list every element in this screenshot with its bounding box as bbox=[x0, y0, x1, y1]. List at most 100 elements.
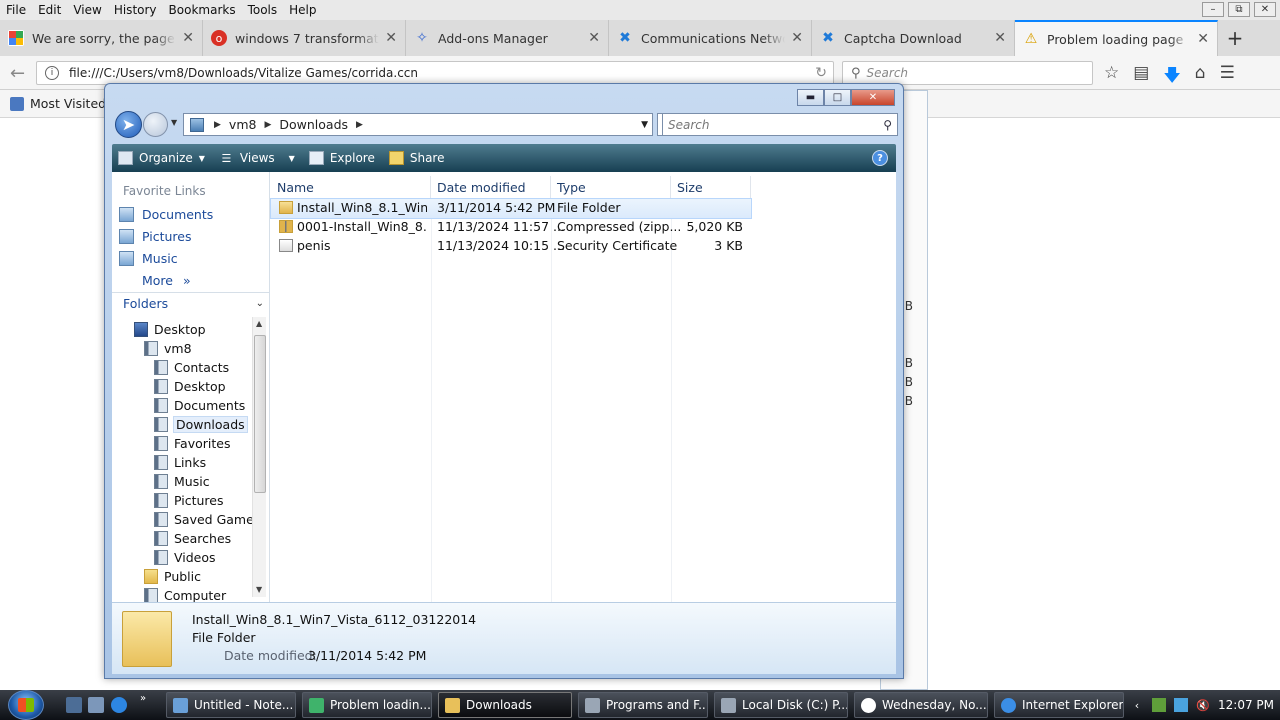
tab-problem-loading[interactable]: ⚠ Problem loading page ✕ bbox=[1015, 20, 1218, 56]
file-row-install-folder[interactable]: Install_Win8_8.1_Win7_... 3/11/2014 5:42… bbox=[270, 198, 752, 219]
breadcrumb-chevron-icon[interactable]: ▶ bbox=[356, 120, 363, 130]
restore-icon[interactable]: ⧉ bbox=[1228, 2, 1250, 17]
quick-launch-expand-icon[interactable]: » bbox=[140, 693, 150, 709]
show-desktop-icon[interactable] bbox=[66, 697, 82, 713]
start-button[interactable] bbox=[8, 690, 44, 720]
minimize-icon[interactable]: ▬ bbox=[797, 89, 824, 106]
scroll-down-arrow-icon[interactable]: ▼ bbox=[256, 585, 262, 594]
scroll-up-arrow-icon[interactable]: ▲ bbox=[256, 319, 262, 328]
favorite-link-music[interactable]: Music bbox=[119, 251, 178, 266]
tree-item-downloads[interactable]: Downloads bbox=[154, 416, 248, 433]
tab-sorry-page[interactable]: We are sorry, the page you ✕ bbox=[0, 20, 203, 56]
close-icon[interactable]: ✕ bbox=[851, 89, 895, 106]
tree-item-pictures[interactable]: Pictures bbox=[154, 493, 224, 508]
tree-item-public[interactable]: Public bbox=[144, 569, 201, 584]
tray-app-icon[interactable] bbox=[1152, 698, 1166, 712]
new-tab-button[interactable]: + bbox=[1218, 20, 1252, 56]
url-text[interactable]: file:///C:/Users/vm8/Downloads/Vitalize … bbox=[69, 66, 418, 80]
tree-item-links[interactable]: Links bbox=[154, 455, 206, 470]
taskbar-button-notepad[interactable]: Untitled - Note... bbox=[166, 692, 296, 718]
bookmark-star-icon[interactable]: ☆ bbox=[1104, 63, 1119, 92]
breadcrumb-chevron-icon[interactable]: ▶ bbox=[214, 120, 221, 130]
column-header-type[interactable]: Type bbox=[551, 176, 671, 198]
explorer-search-box[interactable]: Search ⚲ bbox=[662, 113, 898, 136]
taskbar-button-downloads[interactable]: Downloads bbox=[438, 692, 572, 718]
scrollbar-thumb[interactable] bbox=[254, 335, 266, 493]
home-icon[interactable]: ⌂ bbox=[1195, 63, 1206, 92]
tree-item-vm8[interactable]: vm8 bbox=[144, 341, 192, 356]
forward-button[interactable] bbox=[143, 112, 168, 137]
close-tab-icon[interactable]: ✕ bbox=[588, 30, 600, 46]
reading-list-icon[interactable]: ▤ bbox=[1133, 63, 1149, 92]
column-header-size[interactable]: Size bbox=[671, 176, 751, 198]
breadcrumb-downloads[interactable]: Downloads bbox=[279, 117, 348, 132]
maximize-icon[interactable]: □ bbox=[824, 89, 851, 106]
close-tab-icon[interactable]: ✕ bbox=[1197, 31, 1209, 47]
browser-search-box[interactable]: ⚲ Search bbox=[842, 61, 1093, 85]
back-button[interactable]: ➤ bbox=[115, 111, 142, 138]
taskbar-button-problem-loading[interactable]: Problem loadin... bbox=[302, 692, 432, 718]
menu-edit[interactable]: Edit bbox=[32, 3, 67, 17]
most-visited-link[interactable]: Most Visited bbox=[30, 96, 106, 111]
taskbar-button-local-disk[interactable]: Local Disk (C:) P... bbox=[714, 692, 848, 718]
menu-bookmarks[interactable]: Bookmarks bbox=[163, 3, 242, 17]
minimize-icon[interactable]: – bbox=[1202, 2, 1224, 17]
tree-item-favorites[interactable]: Favorites bbox=[154, 436, 230, 451]
hamburger-menu-icon[interactable]: ☰ bbox=[1220, 63, 1235, 92]
taskbar-button-programs[interactable]: Programs and F... bbox=[578, 692, 708, 718]
tab-captcha[interactable]: ✖ Captcha Download ✕ bbox=[812, 20, 1015, 56]
menu-view[interactable]: View bbox=[67, 3, 107, 17]
switch-windows-icon[interactable] bbox=[88, 697, 104, 713]
help-icon[interactable]: ? bbox=[872, 150, 888, 166]
explore-button[interactable]: Explore bbox=[308, 151, 375, 165]
favorite-links-more[interactable]: More » bbox=[142, 273, 191, 288]
tree-item-saved-games[interactable]: Saved Games bbox=[154, 512, 260, 527]
tab-addons[interactable]: ✧ Add-ons Manager ✕ bbox=[406, 20, 609, 56]
clock-time[interactable]: 12:07 PM bbox=[1218, 698, 1274, 712]
tree-item-computer[interactable]: Computer bbox=[144, 588, 226, 603]
recent-pages-dropdown-icon[interactable]: ▼ bbox=[171, 118, 177, 127]
search-icon[interactable]: ⚲ bbox=[883, 118, 892, 132]
file-row-install-zip[interactable]: 0001-Install_Win8_8.1_... 11/13/2024 11:… bbox=[271, 218, 751, 237]
tree-item-videos[interactable]: Videos bbox=[154, 550, 216, 565]
back-arrow-icon[interactable]: ← bbox=[10, 63, 25, 84]
taskbar-button-calendar[interactable]: Wednesday, No... bbox=[854, 692, 988, 718]
tree-item-contacts[interactable]: Contacts bbox=[154, 360, 229, 375]
info-icon[interactable]: i bbox=[45, 66, 59, 80]
breadcrumb-vm8[interactable]: vm8 bbox=[229, 117, 257, 132]
close-tab-icon[interactable]: ✕ bbox=[791, 30, 803, 46]
tab-windows7[interactable]: o windows 7 transformation ✕ bbox=[203, 20, 406, 56]
column-header-name[interactable]: Name bbox=[271, 176, 431, 198]
menu-tools[interactable]: Tools bbox=[242, 3, 284, 17]
menu-file[interactable]: File bbox=[0, 3, 32, 17]
favorite-link-documents[interactable]: Documents bbox=[119, 207, 213, 222]
close-icon[interactable]: ✕ bbox=[1254, 2, 1276, 17]
internet-explorer-icon[interactable] bbox=[111, 697, 127, 713]
network-icon[interactable] bbox=[1174, 698, 1188, 712]
folders-scrollbar[interactable]: ▲ ▼ bbox=[252, 317, 266, 597]
tree-item-searches[interactable]: Searches bbox=[154, 531, 231, 546]
views-button[interactable]: ☰ Views ▼ bbox=[219, 151, 294, 165]
close-tab-icon[interactable]: ✕ bbox=[994, 30, 1006, 46]
volume-muted-icon[interactable]: 🔇 bbox=[1196, 698, 1210, 712]
tab-communications[interactable]: ✖ Communications Network ✕ bbox=[609, 20, 812, 56]
breadcrumb-chevron-icon[interactable]: ▶ bbox=[264, 120, 271, 130]
folders-header[interactable]: Folders ⌄ bbox=[112, 292, 270, 314]
close-tab-icon[interactable]: ✕ bbox=[182, 30, 194, 46]
explorer-address-bar[interactable]: ▶ vm8 ▶ Downloads ▶ ▼ bbox=[183, 113, 653, 136]
tree-item-documents[interactable]: Documents bbox=[154, 398, 245, 413]
organize-button[interactable]: Organize ▼ bbox=[118, 151, 205, 165]
menu-history[interactable]: History bbox=[108, 3, 163, 17]
download-arrow-icon[interactable]: 🡇 bbox=[1163, 63, 1180, 92]
favorite-link-pictures[interactable]: Pictures bbox=[119, 229, 192, 244]
taskbar-button-internet-explorer[interactable]: Internet Explorer... bbox=[994, 692, 1124, 718]
tree-item-music[interactable]: Music bbox=[154, 474, 210, 489]
address-dropdown-icon[interactable]: ▼ bbox=[641, 120, 648, 130]
tray-expand-icon[interactable]: ‹ bbox=[1130, 698, 1144, 712]
close-tab-icon[interactable]: ✕ bbox=[385, 30, 397, 46]
reload-icon[interactable]: ↻ bbox=[815, 65, 827, 81]
tree-item-desktop-user[interactable]: Desktop bbox=[154, 379, 226, 394]
column-header-date-modified[interactable]: Date modified bbox=[431, 176, 551, 198]
file-row-certificate[interactable]: penis 11/13/2024 10:15 ... Security Cert… bbox=[271, 237, 751, 256]
tree-item-desktop[interactable]: Desktop bbox=[134, 322, 206, 337]
